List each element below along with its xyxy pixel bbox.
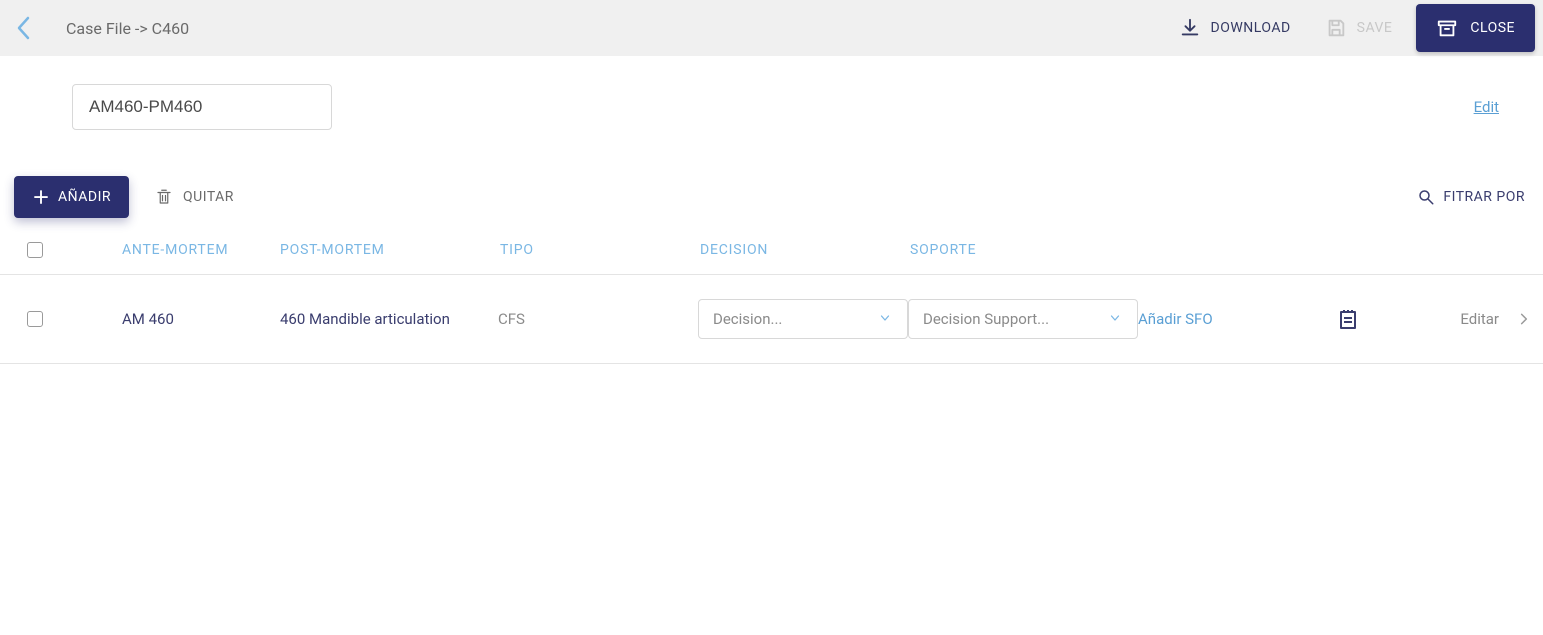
top-bar-left: Case File -> C460: [10, 14, 189, 42]
add-sfo-link[interactable]: Añadir SFO: [1138, 310, 1308, 328]
filter-button[interactable]: FITRAR POR: [1417, 188, 1525, 206]
chevron-right-icon[interactable]: [1517, 309, 1531, 329]
search-icon: [1417, 188, 1435, 206]
download-icon: [1179, 17, 1201, 39]
notes-cell: [1308, 307, 1388, 331]
cell-ante-mortem[interactable]: AM 460: [70, 310, 280, 328]
archive-icon: [1436, 17, 1458, 39]
chevron-down-icon: [877, 310, 893, 328]
table-row: AM 460 460 Mandible articulation CFS Dec…: [0, 275, 1543, 364]
edit-row-link[interactable]: Editar: [1460, 310, 1499, 328]
chevron-down-icon: [1107, 310, 1123, 328]
close-button[interactable]: CLOSE: [1416, 4, 1535, 52]
row-actions: Editar: [1388, 309, 1543, 329]
remove-button[interactable]: QUITAR: [155, 187, 234, 207]
col-post-mortem[interactable]: POST-MORTEM: [280, 242, 500, 258]
notepad-icon[interactable]: [1336, 307, 1360, 331]
remove-label: QUITAR: [183, 189, 234, 205]
cell-decision: Decision...: [698, 299, 908, 339]
col-decision[interactable]: DECISION: [700, 242, 910, 258]
table-header: ANTE-MORTEM POST-MORTEM TIPO DECISION SO…: [0, 226, 1543, 275]
chevron-left-icon: [15, 15, 33, 41]
title-row: Edit: [0, 56, 1543, 158]
col-tipo[interactable]: TIPO: [500, 242, 700, 258]
save-icon: [1325, 17, 1347, 39]
cell-post-mortem[interactable]: 460 Mandible articulation: [280, 310, 498, 328]
col-soporte[interactable]: SOPORTE: [910, 242, 1140, 258]
back-button[interactable]: [10, 14, 38, 42]
soporte-select-value: Decision Support...: [923, 310, 1049, 328]
toolbar-row: AÑADIR QUITAR FITRAR POR: [0, 158, 1543, 226]
decision-select-value: Decision...: [713, 310, 782, 328]
trash-icon: [155, 187, 173, 207]
breadcrumb: Case File -> C460: [66, 19, 189, 38]
add-label: AÑADIR: [58, 189, 111, 205]
save-label: SAVE: [1357, 20, 1393, 36]
save-button: SAVE: [1315, 17, 1403, 39]
filter-label: FITRAR POR: [1443, 189, 1525, 205]
decision-select[interactable]: Decision...: [698, 299, 908, 339]
plus-icon: [32, 188, 50, 206]
toolbar-left: AÑADIR QUITAR: [14, 176, 234, 218]
cell-tipo: CFS: [498, 310, 698, 328]
close-label: CLOSE: [1470, 20, 1515, 36]
download-button[interactable]: DOWNLOAD: [1169, 17, 1301, 39]
header-checkbox-cell: [0, 242, 70, 258]
title-input[interactable]: [72, 84, 332, 130]
top-bar: Case File -> C460 DOWNLOAD SAVE CLOSE: [0, 0, 1543, 56]
select-all-checkbox[interactable]: [27, 242, 43, 258]
top-bar-right: DOWNLOAD SAVE CLOSE: [1169, 0, 1543, 56]
download-label: DOWNLOAD: [1211, 20, 1291, 36]
edit-link[interactable]: Edit: [1474, 98, 1499, 116]
col-ante-mortem[interactable]: ANTE-MORTEM: [70, 242, 280, 258]
soporte-select[interactable]: Decision Support...: [908, 299, 1138, 339]
row-checkbox[interactable]: [27, 311, 43, 327]
add-button[interactable]: AÑADIR: [14, 176, 129, 218]
cell-soporte: Decision Support...: [908, 299, 1138, 339]
row-checkbox-cell: [0, 311, 70, 327]
